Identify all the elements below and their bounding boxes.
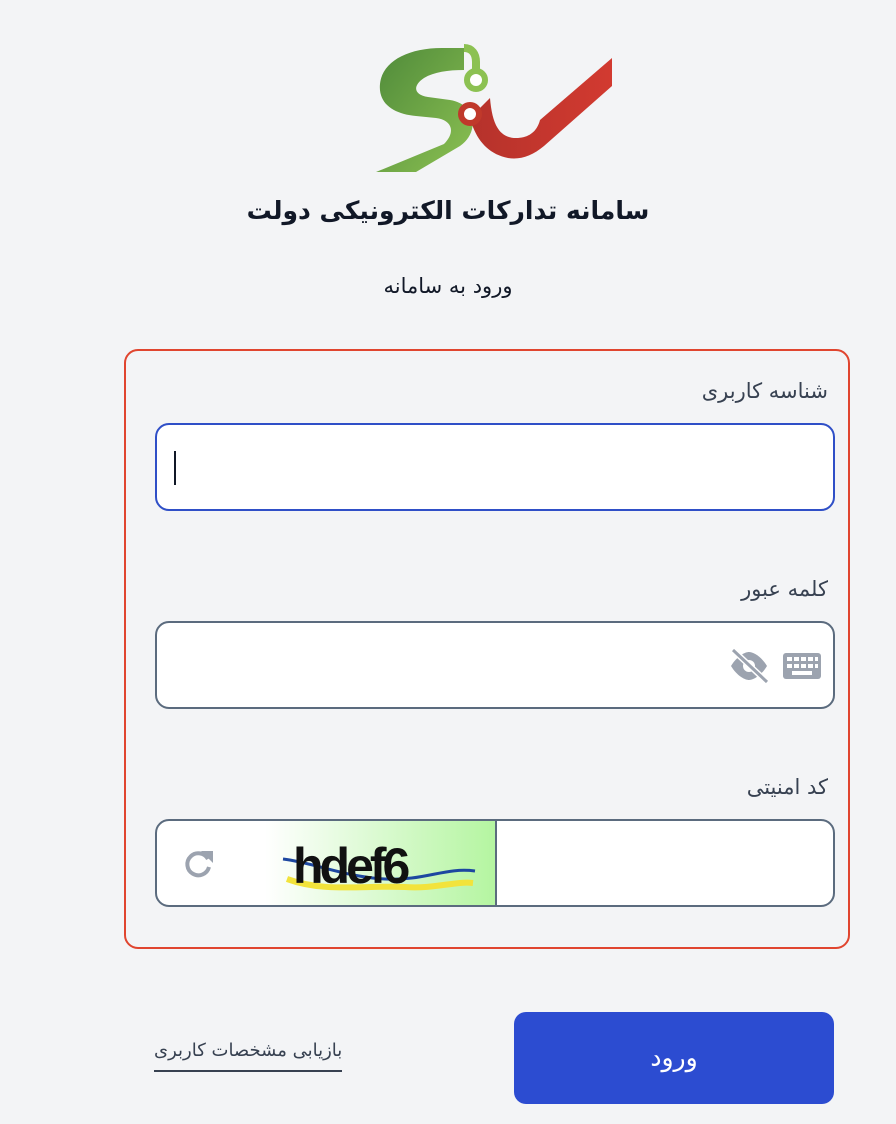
recover-account-link[interactable]: بازیابی مشخصات کاربری (154, 1040, 343, 1072)
login-button[interactable]: ورود (514, 1012, 834, 1104)
login-form: شناسه کاربری کلمه عبور کد امنیتی hdef6 (124, 349, 850, 949)
username-input[interactable] (155, 423, 835, 511)
keyboard-icon[interactable] (783, 653, 821, 679)
captcha-image: hdef6 (265, 821, 497, 905)
captcha-text: hdef6 (293, 838, 409, 894)
captcha-divider (495, 821, 497, 905)
password-icons (730, 649, 821, 683)
username-label: شناسه کاربری (701, 379, 828, 403)
refresh-icon[interactable] (181, 847, 215, 881)
setad-logo (376, 44, 612, 172)
captcha-field[interactable]: hdef6 (155, 819, 835, 907)
page-title: سامانه تدارکات الکترونیکی دولت (246, 196, 650, 225)
page-subtitle: ورود به سامانه (383, 274, 513, 298)
eye-off-icon[interactable] (730, 649, 770, 683)
password-label: کلمه عبور (741, 577, 828, 601)
text-caret (174, 451, 176, 485)
password-input[interactable] (155, 621, 835, 709)
captcha-label: کد امنیتی (746, 775, 828, 799)
